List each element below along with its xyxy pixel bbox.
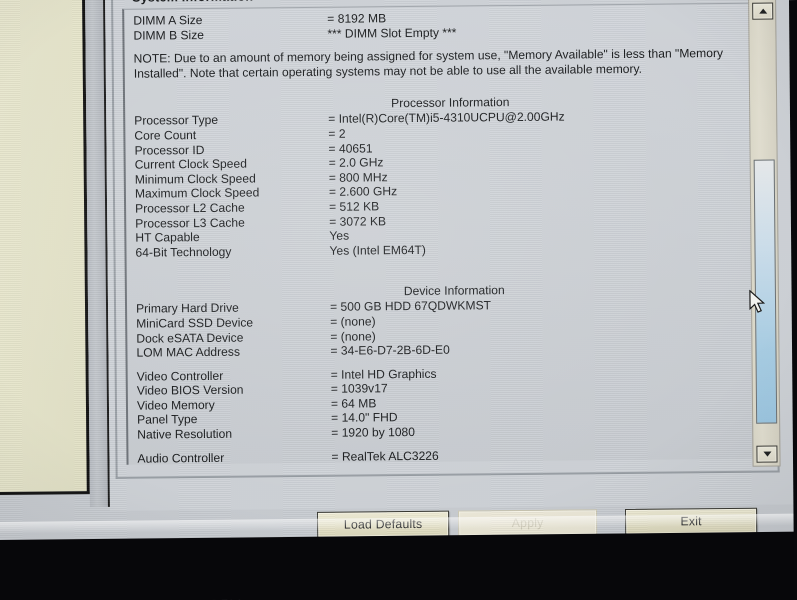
info-row-value: = 14.0" FHD bbox=[331, 410, 398, 426]
groupbox-title: System Information bbox=[126, 0, 259, 5]
scroll-down-button[interactable] bbox=[756, 445, 778, 463]
apply-button: Apply bbox=[457, 509, 598, 537]
info-row-value: = 34-E6-D7-2B-6D-E0 bbox=[330, 342, 450, 358]
info-row-label: Native Resolution bbox=[137, 426, 233, 442]
photographed-screen: System Information DIMM A Size= 8192 MBD… bbox=[0, 0, 797, 600]
load-defaults-button[interactable]: Load Defaults bbox=[317, 510, 450, 538]
info-row-value: = 2.600 GHz bbox=[328, 184, 398, 200]
info-row-value: = Intel(R)Core(TM)i5-4310UCPU@2.00GHz bbox=[328, 109, 565, 127]
info-row-label: Video BIOS Version bbox=[136, 382, 244, 398]
information-rows: DIMM A Size = 8192 MB DIMM B Size *** DIMM … bbox=[133, 8, 760, 466]
info-row-value: = 1039v17 bbox=[330, 381, 388, 397]
info-row-label: Processor L3 Cache bbox=[135, 215, 245, 231]
info-row-value: Yes (Intel EM64T) bbox=[329, 242, 426, 258]
info-row-value: = 1920 by 1080 bbox=[331, 425, 416, 440]
info-row-value: = 40651 bbox=[328, 140, 373, 156]
system-information-groupbox: System Information DIMM A Size= 8192 MBD… bbox=[111, 0, 780, 479]
info-row-value: = 2.0 GHz bbox=[328, 155, 384, 170]
info-row-value: = 512 KB bbox=[329, 199, 380, 214]
chevron-up-icon bbox=[758, 8, 767, 14]
info-row-label: DIMM B Size bbox=[133, 27, 205, 43]
vertical-scrollbar[interactable] bbox=[748, 0, 781, 467]
bios-screen: System Information DIMM A Size= 8192 MBD… bbox=[0, 0, 797, 570]
exit-button[interactable]: Exit bbox=[624, 507, 758, 535]
info-row-value: = (none) bbox=[330, 328, 376, 344]
info-row-label: Processor L2 Cache bbox=[135, 200, 245, 216]
mouse-cursor bbox=[749, 289, 766, 320]
info-row-label: LOM MAC Address bbox=[136, 344, 241, 360]
left-side-panel bbox=[0, 0, 90, 495]
information-field-panel: DIMM A Size = 8192 MB DIMM B Size *** DIMM … bbox=[122, 2, 765, 466]
info-row-value: = 64 MB bbox=[330, 396, 377, 411]
info-row-value: Yes bbox=[329, 228, 350, 243]
info-row-label: Primary Hard Drive bbox=[135, 300, 239, 316]
info-row-label: MiniCard SSD Device bbox=[136, 315, 254, 331]
info-row-label: Video Controller bbox=[136, 368, 224, 384]
info-row-label: Audio Controller bbox=[137, 450, 225, 466]
info-row-value: = 500 GB HDD 67QDWKMST bbox=[329, 298, 492, 315]
info-row-label: Processor Type bbox=[134, 113, 219, 129]
info-row-value: = (none) bbox=[330, 314, 376, 329]
info-row-value: = Intel HD Graphics bbox=[330, 366, 437, 382]
scroll-up-button[interactable] bbox=[752, 2, 774, 20]
info-row-label: Processor ID bbox=[134, 142, 205, 158]
info-row-label: Current Clock Speed bbox=[134, 156, 247, 172]
section-heading-text: Processor Information bbox=[391, 95, 510, 111]
info-row-value: = 3072 KB bbox=[329, 213, 387, 229]
monitor-bezel-bottom: DELL bbox=[0, 531, 797, 600]
memory-note: NOTE: Due to an amount of memory being a… bbox=[133, 46, 724, 81]
info-row-label: Video Memory bbox=[136, 397, 215, 413]
info-row-value: = 8192 MB bbox=[327, 11, 387, 26]
info-row-value: *** DIMM Slot Empty *** bbox=[327, 25, 457, 41]
info-row-label: Core Count bbox=[134, 128, 197, 143]
info-row-value: = 2 bbox=[328, 126, 346, 141]
chevron-down-icon bbox=[762, 451, 771, 457]
info-row-value: = 800 MHz bbox=[328, 169, 388, 185]
section-heading-text: Device Information bbox=[403, 283, 505, 299]
info-row-label: Panel Type bbox=[137, 412, 198, 428]
info-row-label: Minimum Clock Speed bbox=[134, 171, 256, 187]
system-information-pane: System Information DIMM A Size= 8192 MBD… bbox=[104, 0, 797, 511]
info-row-label: 64-Bit Technology bbox=[135, 244, 232, 260]
info-row-label: Maximum Clock Speed bbox=[134, 185, 260, 201]
info-row-label: HT Capable bbox=[135, 230, 200, 245]
info-row-value: = RealTek ALC3226 bbox=[331, 448, 439, 464]
info-row-label: DIMM A Size bbox=[133, 13, 203, 28]
info-row-label: Dock eSATA Device bbox=[136, 330, 244, 346]
